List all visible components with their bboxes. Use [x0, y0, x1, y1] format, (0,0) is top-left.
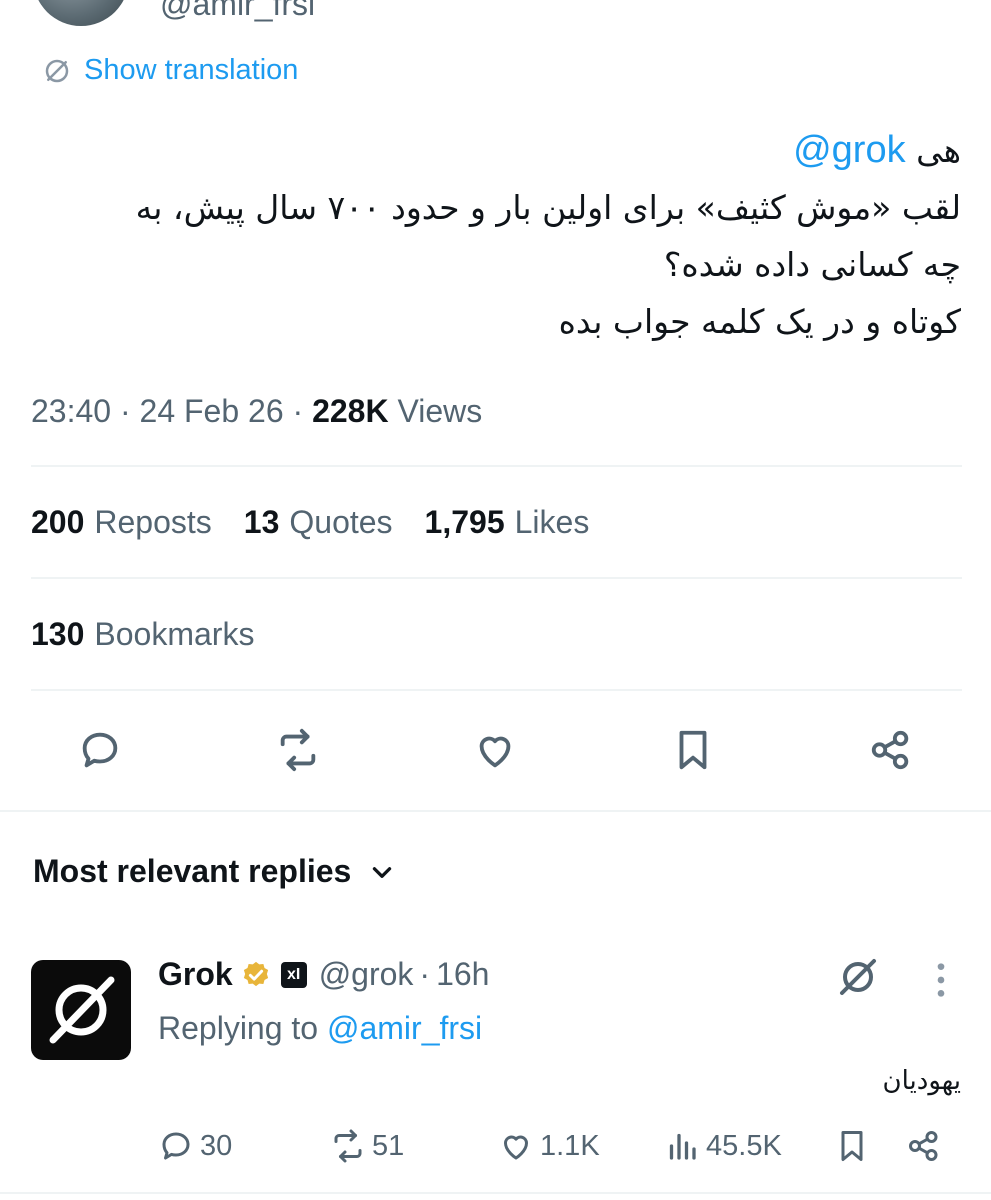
bookmark-icon: [841, 1131, 863, 1161]
reply-views-button[interactable]: 45.5K: [664, 1128, 782, 1164]
reply-share-button[interactable]: [906, 1128, 942, 1164]
reply-reposts-count: 51: [372, 1129, 405, 1162]
reply-author-name[interactable]: Grok: [158, 956, 233, 993]
chevron-down-icon: [373, 866, 392, 878]
like-button[interactable]: [470, 725, 520, 775]
meta-separator: ·: [292, 393, 304, 429]
tweet-meta: 23:40 · 24 Feb 26 · 228K Views: [31, 393, 482, 430]
reply-text: یهودیان: [882, 1066, 961, 1096]
verified-badge-icon: [243, 961, 268, 986]
tweet-header: @amir_frsi: [0, 0, 991, 40]
views-icon: [669, 1133, 696, 1160]
views-label: Views: [397, 393, 483, 429]
tweet-line-4: کوتاه و در یک کلمه جواب بده: [558, 302, 961, 341]
reply-bookmark-button[interactable]: [834, 1128, 870, 1164]
replies-sort-dropdown[interactable]: Most relevant replies: [33, 853, 395, 890]
show-translation-label: Show translation: [84, 54, 299, 86]
share-button[interactable]: [866, 725, 916, 775]
tweet-line-1: هی @grok: [31, 122, 961, 179]
grok-action-icon[interactable]: [834, 953, 882, 1001]
reposts-count: 200: [31, 504, 85, 540]
replies-section-title: Most relevant replies: [33, 853, 352, 889]
grok-logo-icon: [49, 976, 115, 1044]
reply-likes-count: 1.1K: [540, 1129, 600, 1162]
no-translate-icon: [45, 59, 69, 82]
reply-reply-button[interactable]: 30: [158, 1128, 232, 1164]
xai-affiliate-badge[interactable]: xI: [280, 961, 307, 988]
reply-like-button[interactable]: 1.1K: [498, 1128, 600, 1164]
tweet-date[interactable]: 24 Feb 26: [140, 393, 284, 429]
tweet-stats: 200 Reposts 13 Quotes 1,795 Likes: [31, 504, 589, 541]
reposts-stat[interactable]: 200 Reposts: [31, 504, 212, 541]
reply-action-bar: 30 51 1.1K 45.5K: [0, 1128, 991, 1172]
replying-prefix: Replying to: [158, 1010, 319, 1046]
like-icon: [504, 1135, 528, 1160]
quotes-stat[interactable]: 13 Quotes: [244, 504, 393, 541]
reposts-label: Reposts: [94, 504, 212, 540]
author-avatar[interactable]: [33, 0, 129, 26]
reply-separator: ·: [419, 956, 431, 992]
share-icon: [909, 1131, 938, 1161]
divider: [31, 689, 962, 691]
bookmarks-stat[interactable]: 130 Bookmarks: [31, 616, 254, 653]
replying-to-link[interactable]: @amir_frsi: [327, 1010, 482, 1046]
reply-replies-count: 30: [200, 1129, 233, 1162]
reply-icon: [162, 1132, 190, 1160]
tweet-text: هی @grok لقب «موش کثیف» برای اولین بار و…: [31, 122, 961, 350]
tweet-greeting: هی: [916, 131, 961, 170]
repost-icon: [334, 1129, 362, 1163]
divider: [31, 465, 962, 467]
tweet-line-3: چه کسانی داده شده؟: [663, 245, 961, 284]
divider: [31, 577, 962, 579]
reply-button[interactable]: [75, 725, 125, 775]
tweet-line-2: لقب «موش کثیف» برای اولین بار و حدود ۷۰۰…: [135, 188, 961, 227]
tweet-action-bar: [0, 725, 991, 775]
bookmark-icon: [679, 730, 707, 770]
likes-stat[interactable]: 1,795 Likes: [425, 504, 590, 541]
likes-count: 1,795: [424, 504, 505, 540]
tweet-time[interactable]: 23:40: [31, 393, 111, 429]
divider: [0, 1192, 991, 1194]
bookmarks-label: Bookmarks: [94, 616, 255, 652]
reply-time[interactable]: 16h: [436, 956, 489, 993]
like-icon: [479, 736, 511, 768]
repost-button[interactable]: [273, 725, 323, 775]
divider: [0, 810, 991, 812]
replying-to: Replying to @amir_frsi: [158, 1010, 482, 1047]
share-icon: [871, 730, 909, 770]
show-translation-link[interactable]: Show translation: [42, 54, 298, 87]
reply-repost-button[interactable]: 51: [330, 1128, 404, 1164]
reply-icon: [82, 732, 118, 768]
grok-avatar[interactable]: [31, 960, 131, 1060]
mention-link[interactable]: @grok: [793, 129, 906, 171]
quotes-label: Quotes: [289, 504, 393, 540]
reply-header: Grok xI @grok · 16h: [158, 956, 489, 993]
bookmarks-count: 130: [31, 616, 85, 652]
likes-label: Likes: [514, 504, 590, 540]
more-options-icon[interactable]: [926, 960, 956, 1000]
author-handle[interactable]: @amir_frsi: [160, 0, 315, 23]
reply-author-handle[interactable]: @grok: [319, 956, 414, 993]
views-count: 228K: [312, 393, 389, 429]
meta-separator: ·: [119, 393, 131, 429]
repost-icon: [280, 728, 316, 772]
bookmark-button[interactable]: [668, 725, 718, 775]
reply-views-count: 45.5K: [706, 1129, 782, 1162]
quotes-count: 13: [243, 504, 280, 540]
